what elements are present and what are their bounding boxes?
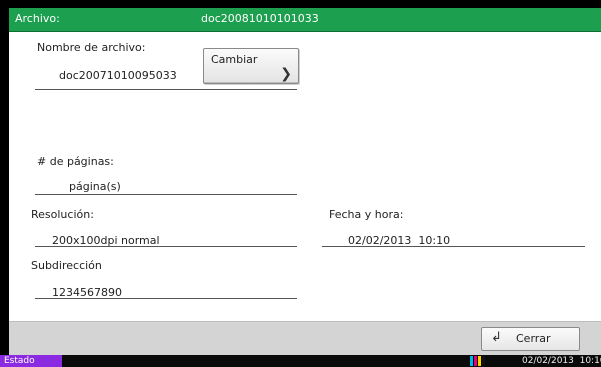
change-button-label: Cambiar [211,53,258,66]
status-bar: Estado 02/02/2013 10:10 [0,355,601,367]
pages-underline [35,194,297,195]
toner-cyan [470,356,473,366]
status-tab[interactable]: Estado [0,355,62,367]
resolution-label: Resolución: [31,208,94,221]
datetime-label: Fecha y hora: [329,208,404,221]
filename-underline [35,89,297,90]
pages-value: página(s) [69,180,121,193]
subaddress-label: Subdirección [31,259,102,272]
details-panel: Archivo: doc20081010101033 Nombre de arc… [9,8,601,355]
filename-value: doc20071010095033 [59,69,177,82]
toner-level-icon [470,356,496,366]
datetime-underline [322,246,585,247]
toner-black [482,356,485,366]
title-bar: Archivo: doc20081010101033 [9,8,601,32]
footer-bar: ↲ Cerrar [9,321,601,355]
close-button[interactable]: ↲ Cerrar [481,327,580,351]
toner-yellow [478,356,481,366]
screen-frame: Archivo: doc20081010101033 Nombre de arc… [0,0,601,355]
toner-magenta [474,356,477,366]
subaddress-underline [35,298,297,299]
file-value: doc20081010101033 [201,12,319,25]
filename-label: Nombre de archivo: [37,41,146,54]
status-datetime: 02/02/2013 10:10 [522,356,601,366]
resolution-underline [35,246,297,247]
close-button-label: Cerrar [516,332,551,345]
file-label: Archivo: [15,12,60,25]
chevron-right-icon: ❯ [280,66,292,82]
return-arrow-icon: ↲ [491,330,502,345]
change-button[interactable]: Cambiar ❯ [203,48,299,84]
pages-label: # de páginas: [37,155,114,168]
